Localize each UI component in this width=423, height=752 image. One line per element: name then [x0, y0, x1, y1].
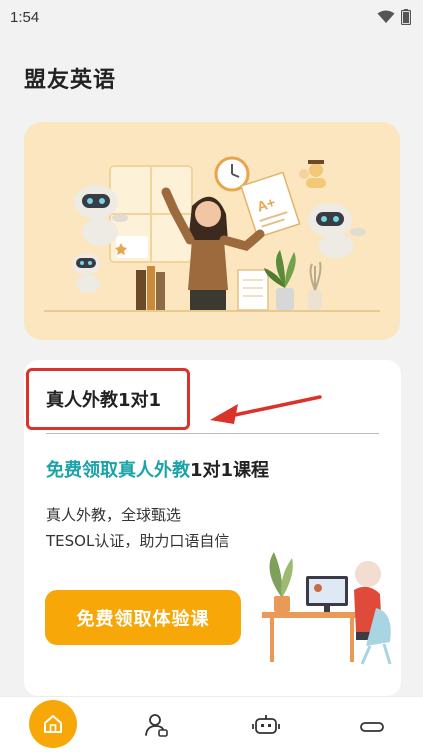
hero-illustration: A+	[44, 156, 380, 312]
nav-handle-icon	[360, 722, 384, 732]
wifi-icon	[377, 10, 395, 23]
promo-rest: 1对1课程	[190, 460, 270, 481]
home-icon	[44, 715, 62, 733]
status-bar: 1:54	[0, 0, 423, 34]
card-heading: 真人外教1对1	[46, 390, 162, 411]
robot-icon	[252, 715, 280, 734]
bottom-nav	[0, 696, 423, 752]
desc-line-2: TESOL认证，助力口语自信	[46, 532, 230, 550]
promo-text: 免费领取真人外教1对1课程	[46, 456, 269, 482]
desc-line-1: 真人外教，全球甄选	[46, 506, 182, 524]
status-icons	[377, 9, 411, 25]
nav-handle[interactable]	[360, 715, 384, 739]
promo-highlight: 免费领取真人外教	[46, 460, 190, 481]
free-trial-button[interactable]: 免费领取体验课	[45, 590, 241, 645]
status-time: 1:54	[10, 8, 40, 26]
profile-icon	[145, 714, 168, 737]
divider	[46, 433, 379, 434]
desk-illustration	[262, 552, 392, 665]
annotation-arrow	[210, 395, 322, 424]
hero-banner[interactable]: A+	[24, 122, 400, 340]
nav-ai-tutor[interactable]	[250, 709, 282, 741]
nav-profile[interactable]	[140, 709, 172, 741]
nav-home[interactable]	[29, 700, 77, 748]
battery-icon	[401, 9, 411, 25]
app-title: 盟友英语	[24, 68, 117, 93]
